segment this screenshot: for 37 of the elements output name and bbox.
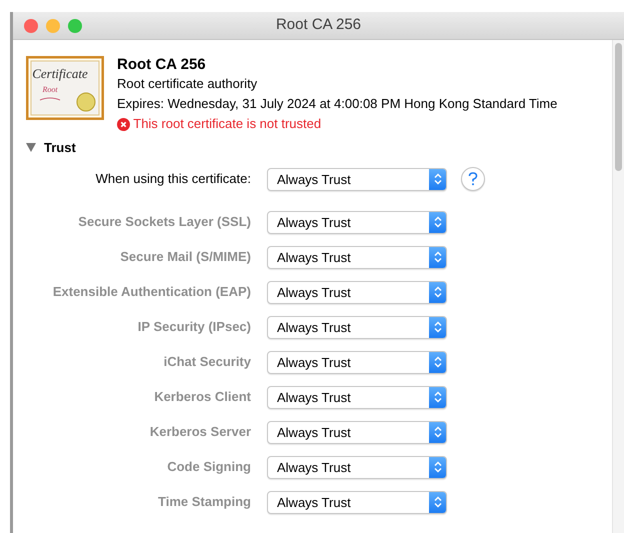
up-down-arrows-icon bbox=[434, 356, 442, 368]
certificate-type: Root certificate authority bbox=[117, 75, 258, 93]
up-down-arrows-icon bbox=[434, 173, 442, 185]
help-button[interactable] bbox=[461, 167, 485, 191]
setting-label: When using this certificate: bbox=[94, 170, 252, 188]
disclosure-triangle-icon[interactable] bbox=[26, 143, 36, 152]
error-icon bbox=[117, 118, 130, 130]
close-button[interactable] bbox=[24, 19, 38, 33]
up-down-arrows-icon bbox=[434, 496, 442, 508]
scrollbar[interactable] bbox=[612, 40, 624, 533]
setting-label: Kerberos Server bbox=[148, 423, 252, 442]
scroll-thumb[interactable] bbox=[615, 43, 622, 171]
up-down-arrows-icon bbox=[434, 321, 442, 333]
up-down-arrows-icon bbox=[434, 216, 442, 228]
up-down-arrows-icon bbox=[434, 426, 442, 438]
trust-dropdown[interactable]: Always Trust bbox=[267, 168, 447, 190]
certificate-name: Root CA 256 bbox=[117, 56, 207, 74]
setting-label: Secure Mail (S/MIME) bbox=[119, 248, 252, 266]
setting-label: Code Signing bbox=[166, 458, 252, 476]
setting-label: IP Security (IPsec) bbox=[136, 318, 252, 336]
setting-label: Extensible Authentication (EAP) bbox=[52, 283, 252, 302]
up-down-arrows-icon bbox=[434, 391, 442, 403]
question-mark-icon bbox=[468, 172, 478, 186]
certificate-icon: Certificate Root bbox=[26, 56, 104, 120]
setting-label: Time Stamping bbox=[157, 493, 252, 512]
setting-label: Kerberos Client bbox=[153, 388, 252, 406]
zoom-button[interactable] bbox=[68, 19, 82, 33]
trust-status: This root certificate is not trusted bbox=[133, 115, 322, 133]
section-title: Trust bbox=[44, 139, 76, 157]
up-down-arrows-icon bbox=[434, 251, 442, 263]
up-down-arrows-icon bbox=[434, 461, 442, 473]
up-down-arrows-icon bbox=[434, 286, 442, 298]
expiry-date: Expires: Wednesday, 31 July 2024 at 4:00:08 PM Hong Kong Standard Time bbox=[117, 95, 558, 113]
window-title: Root CA 256 bbox=[276, 15, 362, 36]
setting-label: Secure Sockets Layer (SSL) bbox=[77, 213, 252, 232]
minimize-button[interactable] bbox=[46, 19, 60, 33]
setting-label: iChat Security bbox=[162, 353, 252, 372]
